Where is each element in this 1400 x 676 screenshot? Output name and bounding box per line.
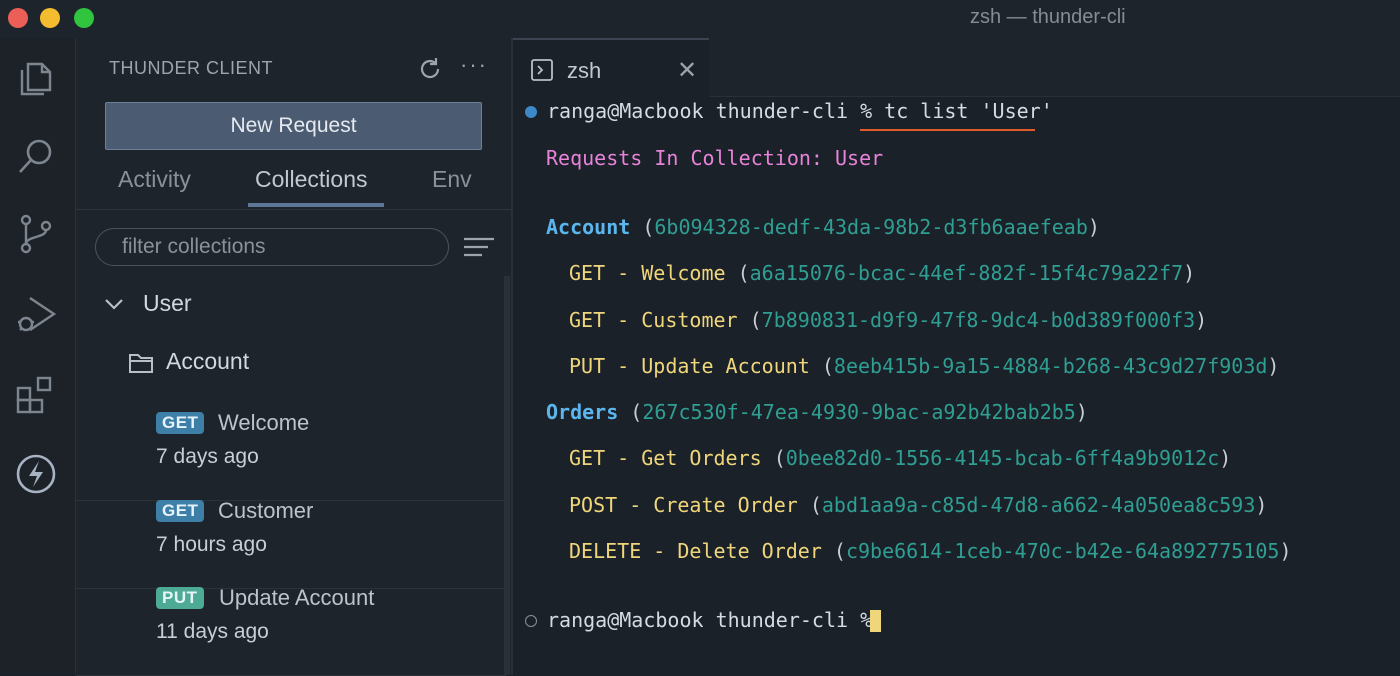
tab-collections[interactable]: Collections <box>255 166 368 193</box>
request-id: 7b890831-d9f9-47f8-9dc4-b0d389f000f3 <box>761 308 1196 332</box>
output-request: GET - Get Orders (0bee82d0-1556-4145-bca… <box>569 446 1232 470</box>
extensions-icon[interactable] <box>14 372 58 416</box>
files-icon[interactable] <box>14 56 58 100</box>
command-text: tc list 'User' <box>884 99 1053 123</box>
request-name: Welcome <box>641 261 726 285</box>
filter-menu-icon[interactable] <box>464 236 494 258</box>
collection-user[interactable]: User <box>143 290 192 317</box>
request-name: Delete Order <box>677 539 822 563</box>
folder-account[interactable]: Account <box>166 348 249 375</box>
request-name: Welcome <box>218 410 310 435</box>
folder-name: Account <box>546 215 631 239</box>
chevron-down-icon[interactable] <box>104 296 124 312</box>
thunder-client-sidebar: THUNDER CLIENT ··· New Request Activity … <box>75 38 511 676</box>
terminal-icon <box>531 59 553 81</box>
refresh-icon[interactable] <box>416 55 444 83</box>
request-method: GET <box>569 308 606 332</box>
request-time: 7 hours ago <box>156 533 267 556</box>
request-name: Customer <box>218 498 314 523</box>
folder-id: 267c530f-47ea-4930-9bac-a92b42bab2b5 <box>642 400 1076 424</box>
request-method: GET <box>569 446 606 470</box>
tab-env[interactable]: Env <box>432 166 472 193</box>
terminal-tab-zsh[interactable]: zsh ✕ <box>513 38 709 99</box>
terminal-cursor[interactable] <box>870 610 881 632</box>
folder-id: 6b094328-dedf-43da-98b2-d3fb6aaefeab <box>654 215 1088 239</box>
request-method: DELETE <box>569 539 642 563</box>
search-icon[interactable] <box>14 134 58 178</box>
method-badge: PUT <box>156 587 204 609</box>
request-method: POST <box>569 493 618 517</box>
close-icon[interactable]: ✕ <box>677 56 697 85</box>
output-request: PUT - Update Account (8eeb415b-9a15-4884… <box>569 354 1280 378</box>
request-name: Get Orders <box>641 446 762 470</box>
window-title: zsh — thunder-cli <box>970 6 1126 28</box>
request-id: 0bee82d0-1556-4145-bcab-6ff4a9b9012c <box>785 446 1220 470</box>
command-line: ranga@Macbook thunder-cli % tc list 'Use… <box>547 99 1053 123</box>
request-name: Customer <box>641 308 738 332</box>
request-time: 7 days ago <box>156 445 259 468</box>
output-request: DELETE - Delete Order (c9be6614-1ceb-470… <box>569 539 1292 563</box>
output-folder-orders: Orders (267c530f-47ea-4930-9bac-a92b42ba… <box>546 400 1088 424</box>
filter-collections-input[interactable] <box>95 228 449 266</box>
method-badge: GET <box>156 412 205 434</box>
run-debug-icon[interactable] <box>14 292 58 336</box>
tab-activity[interactable]: Activity <box>118 166 191 193</box>
zoom-window-button[interactable] <box>74 8 94 28</box>
output-folder-account: Account (6b094328-dedf-43da-98b2-d3fb6aa… <box>546 215 1100 239</box>
request-item-customer[interactable]: GET Customer 7 hours ago <box>76 498 506 589</box>
prompt-text: ranga@Macbook thunder-cli % <box>547 99 873 123</box>
terminal-panel[interactable]: zsh ✕ ranga@Macbook thunder-cli % tc lis… <box>511 38 1400 675</box>
request-time: 11 days ago <box>156 620 269 643</box>
method-badge: GET <box>156 500 205 522</box>
sidebar-title: THUNDER CLIENT <box>109 58 274 78</box>
source-control-icon[interactable] <box>14 212 58 256</box>
tab-divider <box>76 209 511 210</box>
request-id: c9be6614-1ceb-470c-b42e-64a892775105 <box>845 539 1280 563</box>
folder-icon <box>128 352 154 374</box>
request-item-update-account[interactable]: PUT Update Account 11 days ago <box>76 585 506 676</box>
request-method: GET <box>569 261 606 285</box>
new-request-button[interactable]: New Request <box>105 102 482 150</box>
activity-bar <box>0 38 75 675</box>
prompt-status-dot <box>525 615 537 627</box>
more-actions-icon[interactable]: ··· <box>460 52 488 78</box>
folder-name: Orders <box>546 400 619 424</box>
command-underline <box>860 129 1035 131</box>
minimize-window-button[interactable] <box>40 8 60 28</box>
output-request: POST - Create Order (abd1aa9a-c85d-47d8-… <box>569 493 1268 517</box>
request-name: Update Account <box>641 354 810 378</box>
request-method: PUT <box>569 354 606 378</box>
request-id: a6a15076-bcac-44ef-882f-15f4c79a22f7 <box>749 261 1184 285</box>
terminal-tab-bar: zsh ✕ <box>513 38 1400 99</box>
request-name: Create Order <box>653 493 798 517</box>
thunder-client-icon[interactable] <box>14 452 58 496</box>
output-request: GET - Welcome (a6a15076-bcac-44ef-882f-1… <box>569 261 1196 285</box>
active-tab-indicator <box>248 203 384 207</box>
output-header: Requests In Collection: User <box>546 146 884 170</box>
request-id: abd1aa9a-c85d-47d8-a662-4a050ea8c593 <box>821 493 1256 517</box>
title-bar: zsh — thunder-cli <box>0 0 1400 38</box>
command-status-dot <box>525 106 537 118</box>
output-request: GET - Customer (7b890831-d9f9-47f8-9dc4-… <box>569 308 1208 332</box>
close-window-button[interactable] <box>8 8 28 28</box>
request-name: Update Account <box>219 585 375 610</box>
terminal-tab-label: zsh <box>567 58 602 83</box>
request-id: 8eeb415b-9a15-4884-b268-43c9d27f903d <box>833 354 1268 378</box>
request-item-welcome[interactable]: GET Welcome 7 days ago <box>76 410 506 501</box>
idle-prompt: ranga@Macbook thunder-cli % <box>547 608 873 632</box>
